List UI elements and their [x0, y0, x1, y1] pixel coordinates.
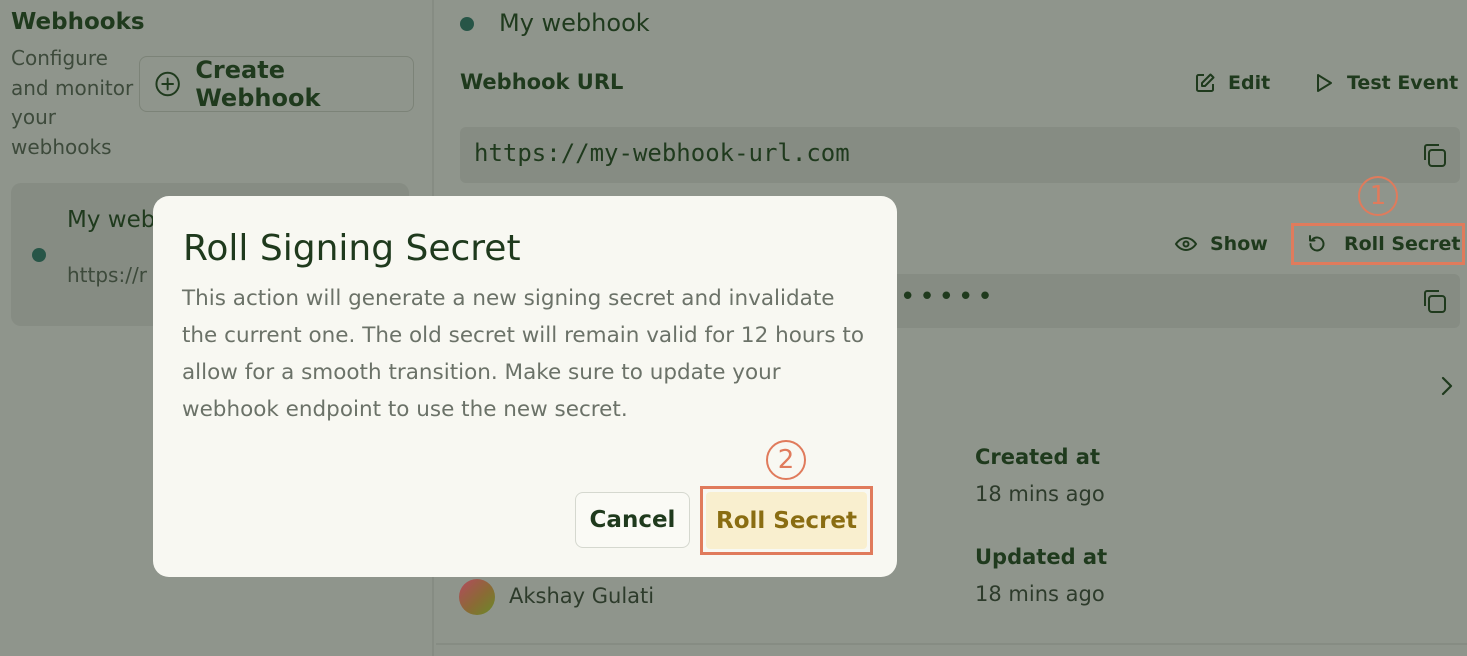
- updated-at-value: 18 mins ago: [975, 582, 1105, 606]
- dialog-body: This action will generate a new signing …: [182, 286, 864, 422]
- avatar: [459, 579, 495, 615]
- copy-icon[interactable]: [1420, 141, 1448, 169]
- webhook-url-label: Webhook URL: [460, 70, 624, 94]
- create-webhook-label: Create Webhook: [195, 56, 321, 112]
- page-title: My webhook: [499, 9, 650, 37]
- eye-icon: [1174, 236, 1198, 252]
- sidebar-title: Webhooks: [11, 9, 145, 35]
- updated-at-label: Updated at: [975, 545, 1108, 569]
- divider: [436, 643, 1467, 645]
- secret-masked-value: •••••: [900, 282, 997, 312]
- show-label: Show: [1210, 233, 1268, 255]
- step-badge-2: 2: [766, 440, 806, 480]
- cancel-button[interactable]: Cancel: [575, 492, 690, 548]
- plus-circle-icon: [155, 71, 180, 97]
- created-at-label: Created at: [975, 445, 1101, 469]
- chevron-right-icon[interactable]: [1437, 374, 1457, 398]
- author-name: Akshay Gulati: [509, 584, 655, 608]
- created-at-value: 18 mins ago: [975, 482, 1105, 506]
- sidebar-description: Configure and monitor your webhooks: [11, 46, 134, 159]
- webhook-item-name: My web: [67, 207, 156, 233]
- roll-secret-label: Roll Secret: [1344, 233, 1461, 255]
- dialog-title: Roll Signing Secret: [183, 228, 521, 269]
- create-webhook-button[interactable]: Create Webhook: [139, 56, 414, 112]
- edit-button[interactable]: Edit: [1194, 72, 1270, 94]
- rotate-icon: [1309, 235, 1325, 252]
- edit-icon: [1196, 73, 1215, 92]
- edit-label: Edit: [1228, 72, 1271, 94]
- play-icon: [1317, 74, 1332, 92]
- webhook-item-url: https://r: [67, 263, 147, 287]
- status-dot: [460, 17, 474, 31]
- show-secret-button[interactable]: Show: [1174, 233, 1268, 255]
- status-dot: [32, 248, 46, 262]
- confirm-roll-secret-label: Roll Secret: [706, 492, 867, 549]
- roll-secret-button[interactable]: Roll Secret: [1291, 223, 1465, 265]
- webhook-url-value: https://my-webhook-url.com: [474, 139, 850, 167]
- copy-icon[interactable]: [1420, 287, 1448, 315]
- test-event-button[interactable]: Test Event: [1313, 72, 1458, 94]
- roll-secret-dialog: Roll Signing Secret This action will gen…: [153, 196, 897, 577]
- step-badge-1: 1: [1358, 176, 1398, 216]
- test-event-label: Test Event: [1347, 72, 1459, 94]
- webhook-url-field: https://my-webhook-url.com: [460, 127, 1460, 183]
- confirm-roll-secret-button[interactable]: Roll Secret: [700, 486, 873, 555]
